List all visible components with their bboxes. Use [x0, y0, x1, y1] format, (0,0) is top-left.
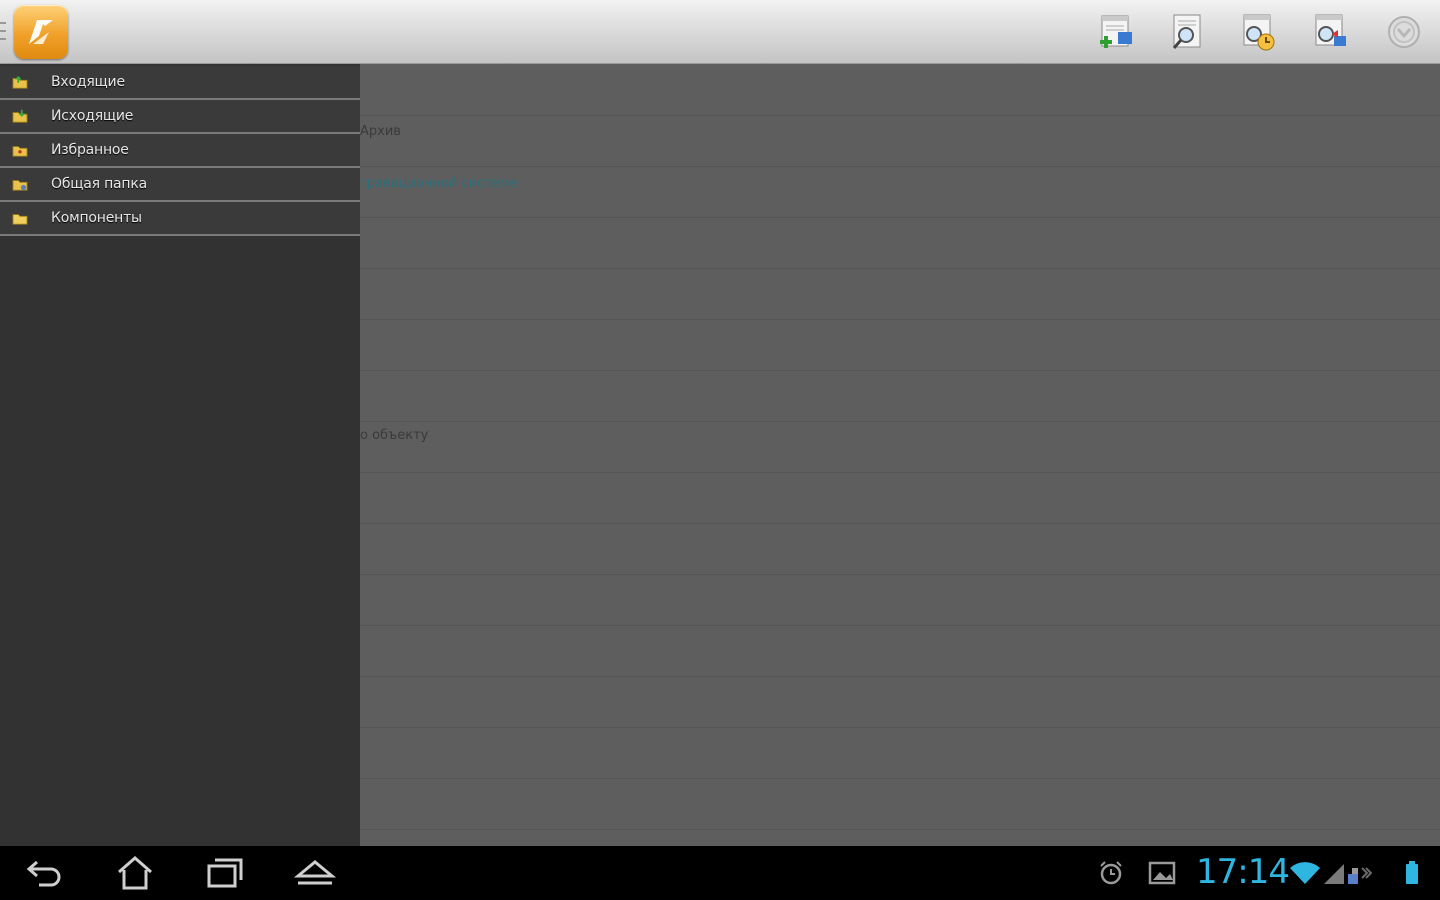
list-item — [360, 115, 1440, 167]
content-pane: Архив гравационной системе о объекту — [360, 64, 1440, 846]
sidebar-item-label: Компоненты — [51, 210, 142, 226]
signal-icon — [1324, 864, 1372, 884]
inbox-folder-icon — [12, 75, 28, 89]
list-item — [360, 268, 1440, 320]
components-folder-icon — [12, 214, 28, 225]
overflow-menu-icon — [1388, 16, 1420, 48]
sidebar-item-outbox[interactable]: Исходящие — [0, 100, 360, 134]
list-item — [360, 625, 1440, 677]
up-indicator-icon — [0, 22, 6, 40]
list-item — [360, 421, 1440, 473]
alarm-status[interactable] — [1098, 860, 1124, 886]
recent-apps-icon — [207, 858, 243, 888]
create-document-button[interactable] — [1094, 10, 1138, 54]
sidebar: Входящие Исходящие Избранное Общая папка… — [0, 64, 360, 846]
list-item — [360, 778, 1440, 830]
document-sync-icon — [1315, 14, 1346, 46]
home-icon — [118, 856, 152, 890]
wifi-status[interactable] — [1288, 860, 1322, 886]
signal-status[interactable] — [1322, 860, 1372, 886]
app-logo-icon[interactable] — [14, 5, 68, 59]
status-clock[interactable]: 17:14 — [1196, 852, 1290, 892]
home-button[interactable] — [110, 854, 160, 892]
list-item — [360, 727, 1440, 779]
back-icon — [26, 860, 61, 887]
list-item — [360, 319, 1440, 371]
list-item — [360, 523, 1440, 575]
alarm-icon — [1100, 861, 1122, 885]
list-item — [360, 676, 1440, 728]
document-history-button[interactable] — [1236, 10, 1280, 54]
list-item — [360, 370, 1440, 422]
sidebar-item-favorites[interactable]: Избранное — [0, 134, 360, 168]
content-text: о объекту — [360, 428, 429, 443]
list-item — [360, 217, 1440, 269]
wifi-icon — [1290, 862, 1320, 884]
shared-folder-icon — [12, 180, 28, 191]
search-document-icon — [1172, 14, 1201, 49]
system-bar: 17:14 — [0, 846, 1440, 900]
gallery-icon — [1148, 861, 1176, 885]
sidebar-item-label: Исходящие — [51, 108, 134, 124]
content-text: Архив — [360, 124, 401, 139]
content-link: гравационной системе — [360, 176, 518, 191]
sidebar-item-label: Общая папка — [51, 176, 148, 192]
create-document-icon — [1100, 15, 1132, 48]
menu-button[interactable] — [290, 854, 340, 892]
gallery-status[interactable] — [1148, 860, 1176, 886]
sidebar-item-inbox[interactable]: Входящие — [0, 66, 360, 100]
outbox-folder-icon — [12, 109, 28, 123]
battery-icon — [1406, 861, 1418, 884]
favorites-folder-icon — [12, 146, 28, 157]
document-history-icon — [1243, 14, 1275, 51]
list-item — [360, 574, 1440, 626]
sidebar-item-components[interactable]: Компоненты — [0, 202, 360, 236]
list-item — [360, 472, 1440, 524]
action-bar — [0, 0, 1440, 64]
battery-status[interactable] — [1402, 860, 1422, 886]
sidebar-item-label: Избранное — [51, 142, 129, 158]
document-sync-button[interactable] — [1308, 10, 1352, 54]
search-document-button[interactable] — [1164, 10, 1208, 54]
list-item — [360, 64, 1440, 116]
recent-apps-button[interactable] — [200, 854, 250, 892]
sidebar-item-label: Входящие — [51, 74, 125, 90]
sidebar-item-shared-folder[interactable]: Общая папка — [0, 168, 360, 202]
menu-up-icon — [294, 860, 336, 885]
list-item — [360, 166, 1440, 218]
overflow-menu-button[interactable] — [1382, 10, 1426, 54]
back-button[interactable] — [20, 854, 70, 892]
